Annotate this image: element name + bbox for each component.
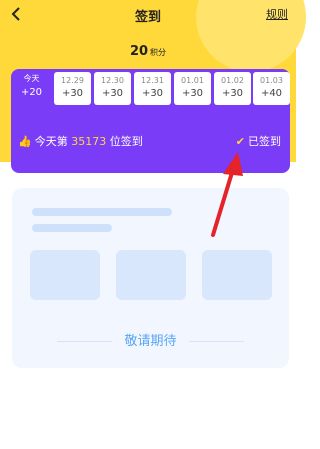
day-date: 01.02 [221, 76, 244, 85]
day-item: 12.30 +30 [94, 72, 131, 105]
day-item: 01.03 +40 [253, 72, 290, 105]
day-date: 今天 [23, 74, 40, 83]
day-points: +30 [101, 88, 124, 99]
points-value: 20 [129, 44, 149, 59]
day-date: 01.03 [260, 76, 283, 85]
day-item: 12.31 +30 [134, 72, 171, 105]
day-strip: 今天 +20 12.29 +30 12.30 +30 12.31 +30 01.… [11, 69, 290, 107]
signin-rank: 👍 今天第 35173 位签到 [18, 133, 143, 149]
points-display: 20 积分 [0, 40, 296, 59]
signed-label: 已签到 [248, 135, 281, 148]
day-points: +30 [221, 88, 244, 99]
day-points: +20 [20, 87, 43, 98]
day-points: +40 [260, 88, 283, 99]
day-item-today: 今天 +20 [13, 69, 50, 106]
placeholder-line [32, 208, 172, 216]
check-icon: ✔ [235, 135, 245, 148]
day-date: 12.31 [141, 76, 164, 85]
day-points: +30 [61, 88, 84, 99]
rank-prefix: 今天第 [34, 135, 68, 148]
day-points: +30 [181, 88, 204, 99]
coming-soon-text: 敬请期待 [12, 330, 289, 349]
points-unit: 积分 [150, 48, 167, 57]
red-arrow-annotation [211, 152, 243, 237]
placeholder-box [116, 250, 186, 300]
coming-soon-card: 敬请期待 [12, 188, 289, 368]
day-item: 12.29 +30 [54, 72, 91, 105]
day-item: 01.02 +30 [214, 72, 251, 105]
day-points: +30 [141, 88, 164, 99]
placeholder-box [30, 250, 100, 300]
day-date: 12.30 [101, 76, 124, 85]
thumbs-up-icon: 👍 [18, 135, 32, 148]
placeholder-box [202, 250, 272, 300]
rank-suffix: 位签到 [109, 135, 143, 148]
day-date: 01.01 [181, 76, 204, 85]
rules-link[interactable]: 规则 [266, 6, 288, 22]
signed-status: ✔ 已签到 [236, 133, 281, 149]
day-item: 01.01 +30 [174, 72, 211, 105]
page-title: 签到 [134, 10, 161, 25]
day-date: 12.29 [61, 76, 84, 85]
rank-count: 35173 [71, 135, 107, 148]
placeholder-line [32, 224, 112, 232]
